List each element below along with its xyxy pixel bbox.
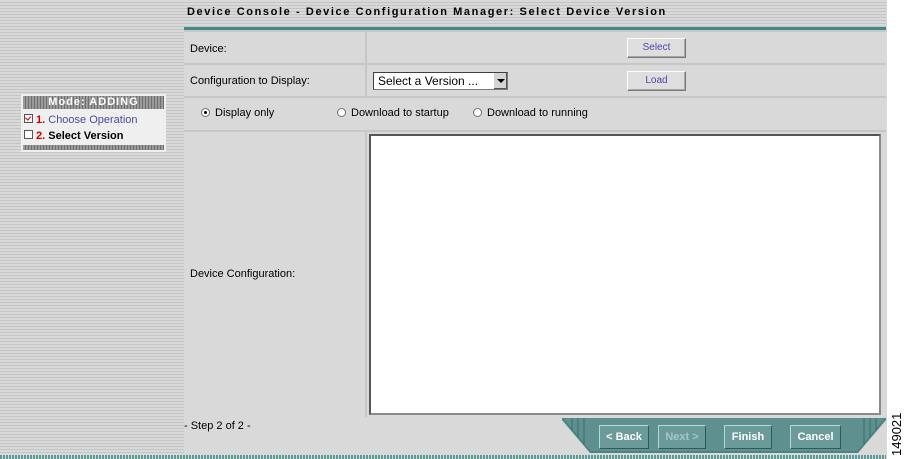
device-config-textarea[interactable] (369, 134, 881, 415)
step-number: 1. (36, 114, 46, 126)
radio-label: Download to startup (351, 107, 449, 119)
header-bar: Device Console - Device Configuration Ma… (184, 0, 886, 27)
radio-icon[interactable] (337, 108, 346, 117)
step-indicator: - Step 2 of 2 - (184, 420, 251, 432)
step-label: Select Version (48, 130, 124, 142)
left-sidebar: Mode: ADDING 1. Choose Operation 2. Sele… (0, 0, 184, 455)
finish-button[interactable]: Finish (724, 425, 772, 449)
dropdown-arrow-icon[interactable] (493, 73, 507, 89)
radio-display-only[interactable]: Display only (201, 107, 274, 121)
empty-box-icon (24, 130, 33, 139)
radio-label: Display only (215, 107, 275, 119)
radio-selected-icon[interactable] (201, 108, 210, 117)
checked-box-icon (24, 114, 33, 123)
form-area: Device: Select Configuration to Display:… (184, 30, 886, 417)
radio-download-running[interactable]: Download to running (473, 107, 588, 121)
version-select[interactable]: Select a Version ... (373, 72, 508, 90)
bottom-border (0, 455, 886, 459)
right-margin (886, 0, 906, 459)
next-button[interactable]: Next > (658, 425, 706, 449)
step-choose-operation[interactable]: 1. Choose Operation (24, 113, 138, 127)
step-number: 2. (36, 130, 46, 142)
radio-icon[interactable] (473, 108, 482, 117)
page-title: Device Console - Device Configuration Ma… (187, 6, 667, 18)
radio-download-startup[interactable]: Download to startup (337, 107, 449, 121)
cancel-button[interactable]: Cancel (790, 425, 841, 449)
back-button[interactable]: < Back (599, 425, 649, 449)
step-label: Choose Operation (48, 114, 138, 126)
select-device-button[interactable]: Select (627, 38, 686, 58)
mode-label: Mode: ADDING (23, 96, 164, 109)
figure-id: 149021 (889, 412, 904, 456)
load-button[interactable]: Load (627, 71, 686, 91)
device-config-label: Device Configuration: (190, 268, 296, 280)
panel-divider (23, 145, 164, 150)
config-display-label-cell: Configuration to Display: (184, 65, 365, 96)
radio-label: Download to running (487, 107, 588, 119)
config-display-label: Configuration to Display: (190, 75, 310, 87)
version-select-value: Select a Version ... (378, 74, 479, 88)
device-value-cell: Select (367, 32, 886, 63)
device-label: Device: (190, 43, 227, 55)
step-select-version: 2. Select Version (24, 129, 123, 143)
device-label-cell: Device: (184, 32, 365, 63)
device-config-label-cell: Device Configuration: (184, 132, 365, 417)
footer-bar: - Step 2 of 2 - < Back Next > Finish Can… (184, 417, 886, 455)
wizard-steps-panel: Mode: ADDING 1. Choose Operation 2. Sele… (21, 94, 166, 152)
